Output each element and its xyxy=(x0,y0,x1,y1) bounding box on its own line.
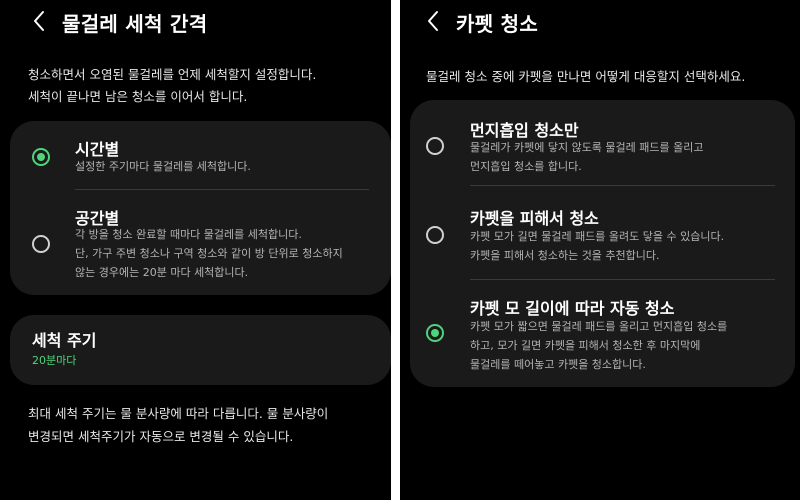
option-subtitle: 설정한 주기마다 물걸레를 세척합니다. xyxy=(75,157,251,176)
wash-interval-screen: 물걸레 세척 간격 청소하면서 오염된 물걸레를 언제 세척할지 설정합니다. … xyxy=(0,0,391,500)
option-vacuum-only[interactable]: 먼지흡입 청소만 물걸레가 카펫에 닿지 않도록 물걸레 패드를 올리고 먼지흡… xyxy=(410,100,795,185)
page-description: 물걸레 청소 중에 카펫을 만나면 어떻게 대응할지 선택하세요. xyxy=(426,66,792,88)
carpet-cleaning-screen: 카펫 청소 물걸레 청소 중에 카펫을 만나면 어떻게 대응할지 선택하세요. … xyxy=(400,0,800,500)
subtitle-line: 먼지흡입 청소를 합니다. xyxy=(470,160,582,173)
frequency-title: 세척 주기 xyxy=(32,331,97,350)
wash-frequency-card[interactable]: 세척 주기 20분마다 xyxy=(10,315,391,385)
radio-unselected-icon[interactable] xyxy=(426,137,444,155)
subtitle-line: 각 방을 청소 완료할 때마다 물걸레를 세척합니다. xyxy=(75,228,302,241)
option-subtitle: 각 방을 청소 완료할 때마다 물걸레를 세척합니다. 단, 가구 주변 청소나… xyxy=(75,225,343,282)
subtitle-line: 카펫 모가 짧으면 물걸레 패드를 올리고 먼지흡입 청소를 xyxy=(470,320,728,333)
option-title: 카펫을 피해서 청소 xyxy=(470,209,599,228)
footnote: 최대 세척 주기는 물 분사량에 따라 다릅니다. 물 분사량이 변경되면 세척… xyxy=(28,402,328,448)
option-by-time[interactable]: 시간별 설정한 주기마다 물걸레를 세척합니다. xyxy=(10,121,391,189)
option-avoid-carpet[interactable]: 카펫을 피해서 청소 카펫 모가 길면 물걸레 패드를 올려도 닿을 수 있습니… xyxy=(410,186,795,278)
radio-unselected-icon[interactable] xyxy=(426,226,444,244)
wash-mode-card: 시간별 설정한 주기마다 물걸레를 세척합니다. 공간별 각 방을 청소 완료할… xyxy=(10,121,391,295)
footnote-line: 최대 세척 주기는 물 분사량에 따라 다릅니다. 물 분사량이 xyxy=(28,406,329,421)
option-subtitle: 카펫 모가 짧으면 물걸레 패드를 올리고 먼지흡입 청소를 하고, 모가 길면… xyxy=(470,317,727,374)
header: 물걸레 세척 간격 xyxy=(0,0,391,44)
chevron-left-icon xyxy=(428,11,438,31)
subtitle-line: 설정한 주기마다 물걸레를 세척합니다. xyxy=(75,160,251,173)
footnote-line: 변경되면 세척주기가 자동으로 변경될 수 있습니다. xyxy=(28,429,294,444)
subtitle-line: 물걸레를 떼어놓고 카펫을 청소합니다. xyxy=(470,358,646,371)
subtitle-line: 하고, 모가 길면 카펫을 피해서 청소한 후 마지막에 xyxy=(470,339,701,352)
page-description: 청소하면서 오염된 물걸레를 언제 세척할지 설정합니다. 세척이 끝나면 남은… xyxy=(28,64,383,108)
description-line: 청소하면서 오염된 물걸레를 언제 세척할지 설정합니다. xyxy=(28,67,317,82)
option-by-space[interactable]: 공간별 각 방을 청소 완료할 때마다 물걸레를 세척합니다. 단, 가구 주변… xyxy=(10,190,391,295)
back-button[interactable] xyxy=(28,7,52,35)
subtitle-line: 단, 가구 주변 청소나 구역 청소와 같이 방 단위로 청소하지 xyxy=(75,247,343,260)
description-line: 물걸레 청소 중에 카펫을 만나면 어떻게 대응할지 선택하세요. xyxy=(426,69,746,84)
radio-unselected-icon[interactable] xyxy=(32,235,50,253)
chevron-left-icon xyxy=(34,11,44,31)
subtitle-line: 물걸레가 카펫에 닿지 않도록 물걸레 패드를 올리고 xyxy=(470,141,704,154)
option-subtitle: 카펫 모가 길면 물걸레 패드를 올려도 닿을 수 있습니다. 카펫을 피해서 … xyxy=(470,227,724,265)
header: 카펫 청소 xyxy=(400,0,800,44)
back-button[interactable] xyxy=(422,7,446,35)
frequency-value: 20분마다 xyxy=(32,354,77,367)
option-subtitle: 물걸레가 카펫에 닿지 않도록 물걸레 패드를 올리고 먼지흡입 청소를 합니다… xyxy=(470,138,704,176)
carpet-mode-card: 먼지흡입 청소만 물걸레가 카펫에 닿지 않도록 물걸레 패드를 올리고 먼지흡… xyxy=(410,100,795,387)
option-title: 카펫 모 길이에 따라 자동 청소 xyxy=(470,299,675,318)
page-title: 물걸레 세척 간격 xyxy=(62,12,208,36)
radio-selected-icon[interactable] xyxy=(426,324,444,342)
description-line: 세척이 끝나면 남은 청소를 이어서 합니다. xyxy=(28,89,248,104)
subtitle-line: 않는 경우에는 20분 마다 세척합니다. xyxy=(75,266,249,279)
page-title: 카펫 청소 xyxy=(456,12,539,36)
subtitle-line: 카펫 모가 길면 물걸레 패드를 올려도 닿을 수 있습니다. xyxy=(470,230,725,243)
option-auto-by-pile[interactable]: 카펫 모 길이에 따라 자동 청소 카펫 모가 짧으면 물걸레 패드를 올리고 … xyxy=(410,280,795,387)
subtitle-line: 카펫을 피해서 청소하는 것을 추천합니다. xyxy=(470,249,660,262)
radio-selected-icon[interactable] xyxy=(32,148,50,166)
